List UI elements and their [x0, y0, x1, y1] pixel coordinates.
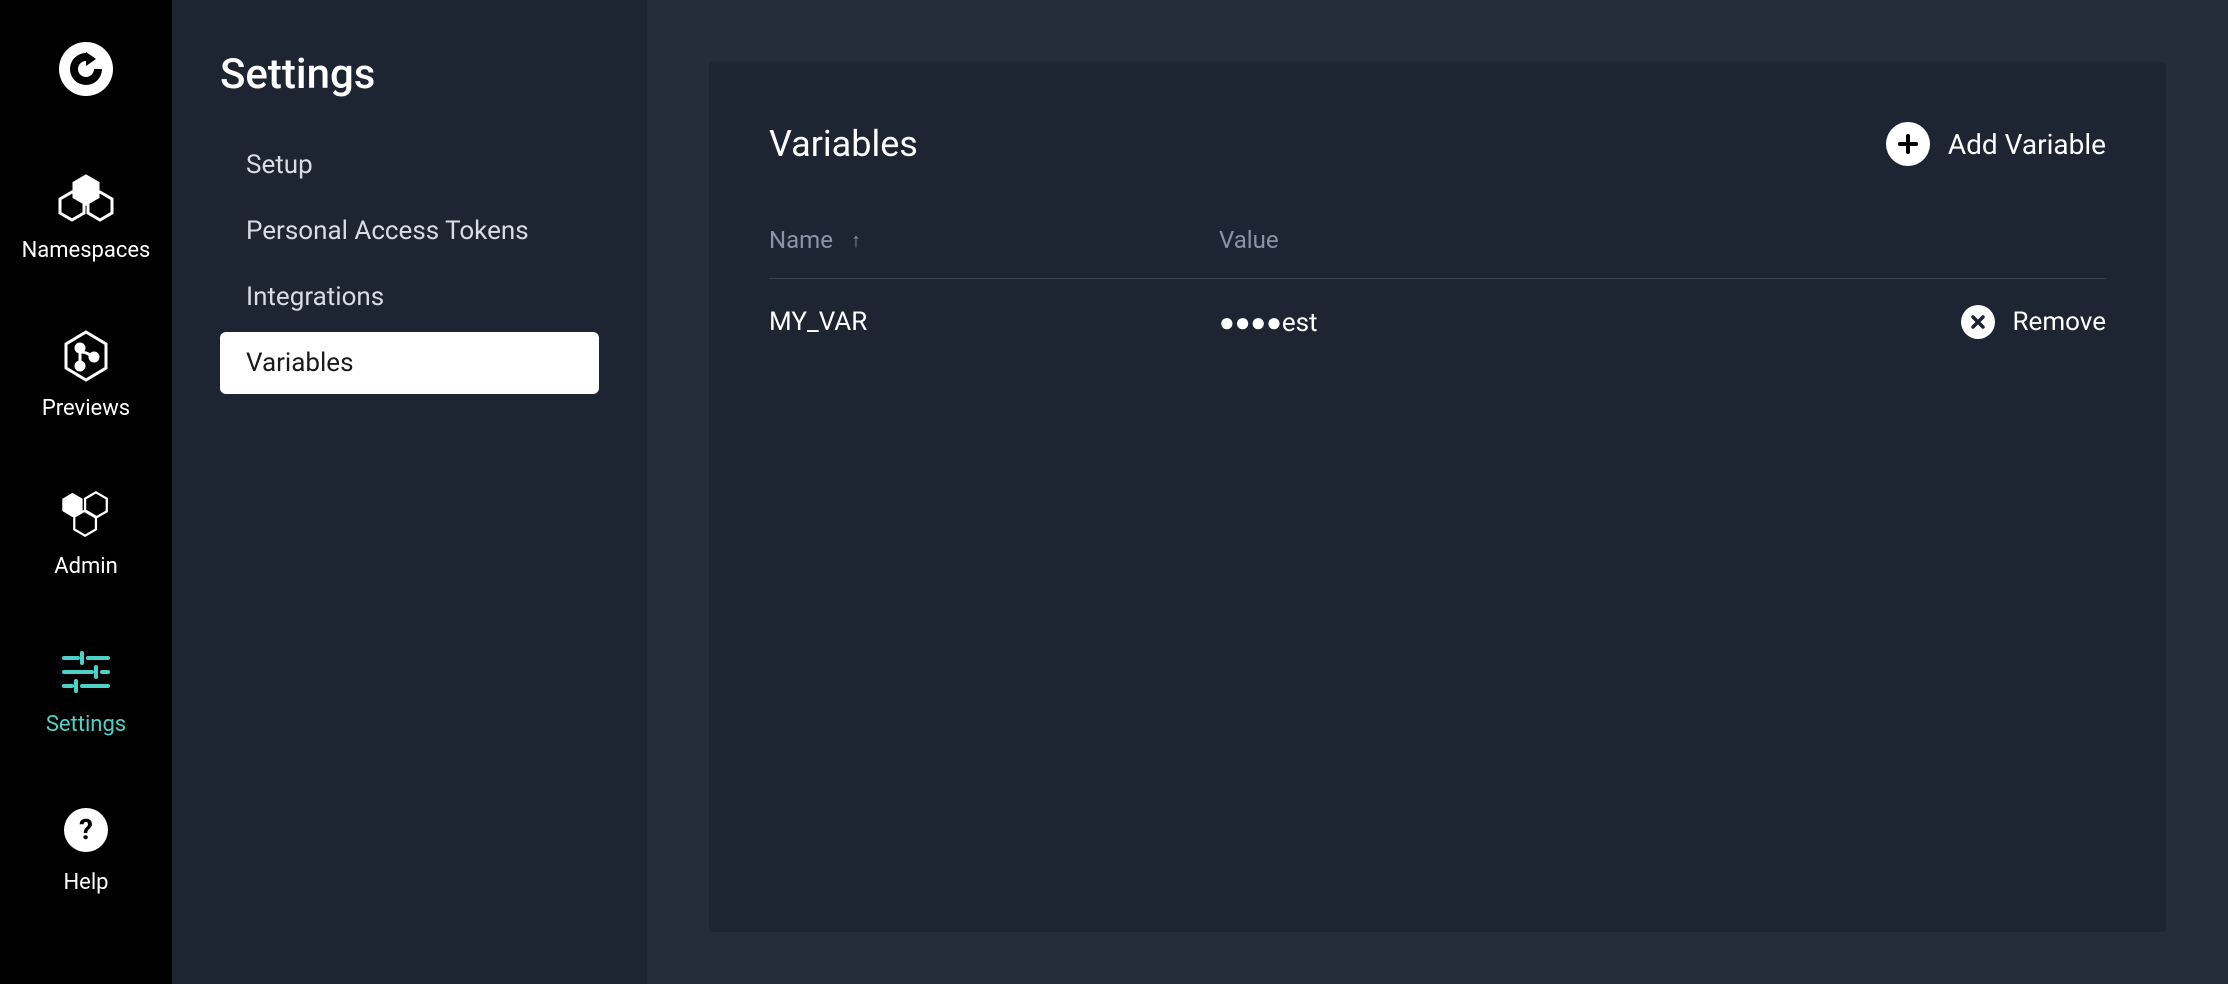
panel-title: Variables	[769, 123, 918, 165]
close-icon	[1961, 305, 1995, 339]
nav-item-admin[interactable]: Admin	[54, 486, 118, 579]
sort-ascending-icon: ↑	[851, 228, 861, 253]
add-variable-label: Add Variable	[1948, 128, 2106, 161]
remove-variable-button[interactable]: Remove	[1906, 305, 2106, 339]
app-logo[interactable]	[59, 42, 113, 100]
hexagons-icon	[58, 170, 114, 226]
variable-name: MY_VAR	[769, 307, 867, 337]
variables-table: Name ↑ Value MY_VAR ●●●●est	[769, 226, 2106, 365]
settings-nav-integrations[interactable]: Integrations	[220, 266, 599, 328]
page-title: Settings	[220, 50, 599, 99]
column-header-action	[1906, 226, 2106, 254]
table-header: Name ↑ Value	[769, 226, 2106, 279]
add-variable-button[interactable]: Add Variable	[1886, 122, 2106, 166]
variable-value-masked: ●●●●est	[1219, 308, 1318, 338]
nav-item-help[interactable]: ? Help	[58, 802, 114, 895]
main-content: Variables Add Variable Name ↑ Value	[647, 0, 2228, 984]
column-header-value[interactable]: Value	[1219, 226, 1906, 254]
git-hexagon-icon	[58, 328, 114, 384]
nav-label: Namespaces	[22, 238, 151, 263]
settings-nav-pat[interactable]: Personal Access Tokens	[220, 200, 599, 262]
nav-label: Settings	[46, 712, 126, 737]
variables-panel: Variables Add Variable Name ↑ Value	[709, 62, 2166, 932]
nav-item-namespaces[interactable]: Namespaces	[22, 170, 151, 263]
admin-hexagons-icon	[58, 486, 114, 542]
nav-item-previews[interactable]: Previews	[42, 328, 130, 421]
settings-nav: Setup Personal Access Tokens Integration…	[220, 134, 599, 394]
settings-sidebar: Settings Setup Personal Access Tokens In…	[172, 0, 647, 984]
remove-label: Remove	[2013, 307, 2106, 337]
column-header-name[interactable]: Name ↑	[769, 226, 1219, 254]
nav-label: Admin	[54, 554, 118, 579]
sliders-icon	[58, 644, 114, 700]
help-icon: ?	[58, 802, 114, 858]
nav-label: Help	[63, 870, 108, 895]
svg-text:?: ?	[79, 813, 93, 846]
panel-header: Variables Add Variable	[769, 122, 2106, 166]
plus-icon	[1886, 122, 1930, 166]
table-row: MY_VAR ●●●●est Remove	[769, 279, 2106, 365]
settings-nav-setup[interactable]: Setup	[220, 134, 599, 196]
settings-nav-variables[interactable]: Variables	[220, 332, 599, 394]
nav-item-settings[interactable]: Settings	[46, 644, 126, 737]
nav-label: Previews	[42, 396, 130, 421]
primary-nav-rail: Namespaces Previews Admin	[0, 0, 172, 984]
